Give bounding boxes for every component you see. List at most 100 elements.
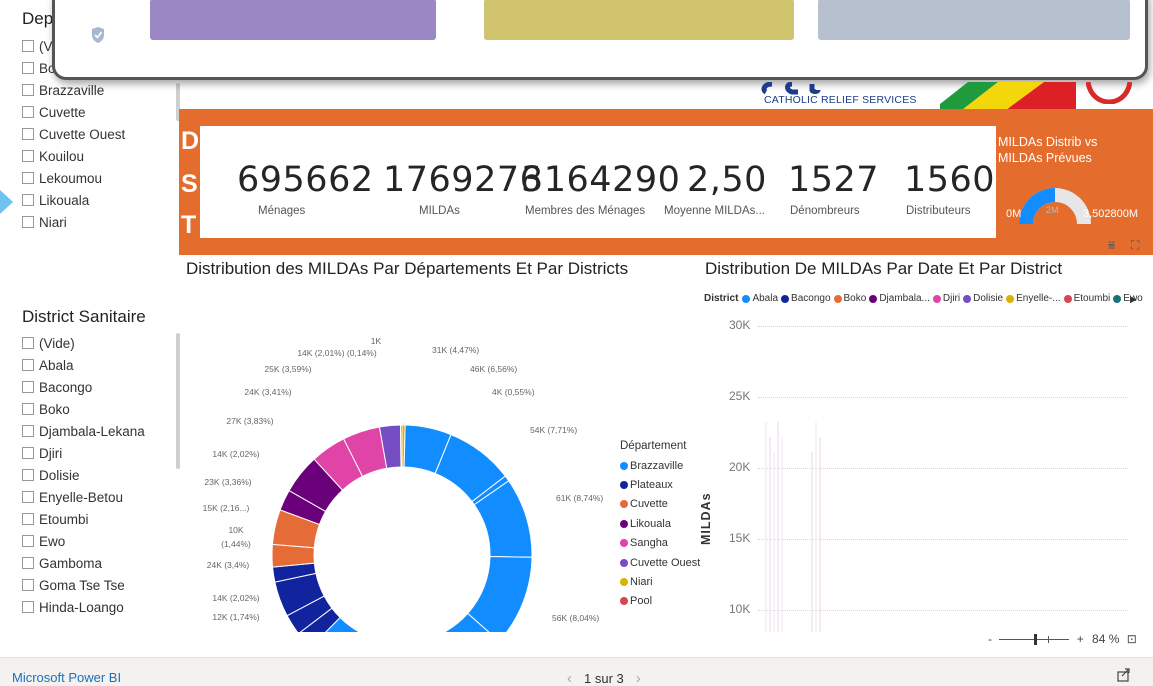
district-slicer-item[interactable]: (Vide): [22, 332, 145, 354]
district-slicer-item-label: Goma Tse Tse: [39, 577, 125, 593]
district-slicer-item[interactable]: Goma Tse Tse: [22, 574, 145, 596]
district-legend-item[interactable]: Bacongo: [781, 293, 831, 304]
district-slicer-item[interactable]: Dolisie: [22, 464, 145, 486]
popup-tile-1[interactable]: [150, 0, 436, 40]
district-slicer-item[interactable]: Boko: [22, 398, 145, 420]
legend-label: Sangha: [630, 537, 668, 550]
kpi-membres-value: 3164290: [521, 160, 681, 200]
checkbox[interactable]: [22, 425, 34, 437]
district-legend-item[interactable]: Dolisie: [963, 293, 1003, 304]
checkbox[interactable]: [22, 579, 34, 591]
departement-slicer-item-label: Lekoumou: [39, 170, 103, 186]
legend-dot-icon: [833, 294, 842, 303]
checkbox[interactable]: [22, 194, 34, 206]
powerbi-brand-link[interactable]: Microsoft Power BI: [12, 670, 121, 685]
departement-slicer-item[interactable]: Cuvette: [22, 101, 125, 123]
district-legend-item[interactable]: Enyelle-...: [1006, 293, 1061, 304]
share-icon[interactable]: [1117, 668, 1131, 682]
district-legend-item[interactable]: Boko: [833, 293, 866, 304]
district-slicer-item[interactable]: Djambala-Lekana: [22, 420, 145, 442]
zoom-in-button[interactable]: +: [1077, 632, 1084, 646]
departement-slicer-item[interactable]: Lekoumou: [22, 167, 125, 189]
district-legend-item[interactable]: Djambala...: [869, 293, 930, 304]
departement-slicer-item[interactable]: Brazzaville: [22, 79, 125, 101]
departement-legend-item[interactable]: Pool: [620, 592, 700, 611]
donut-slice[interactable]: [467, 556, 533, 632]
checkbox[interactable]: [22, 128, 34, 140]
side-expand-arrow-icon[interactable]: [0, 189, 14, 215]
checkbox[interactable]: [22, 469, 34, 481]
departement-legend-item[interactable]: Niari: [620, 572, 700, 591]
checkbox[interactable]: [22, 216, 34, 228]
district-slicer-list: (Vide) Abala Bacongo Boko Djambala-Lekana Dji…: [22, 332, 145, 618]
checkbox[interactable]: [22, 40, 34, 52]
checkbox[interactable]: [22, 403, 34, 415]
district-slicer-item[interactable]: Ewo: [22, 530, 145, 552]
district-slicer-item-label: Djambala-Lekana: [39, 423, 145, 439]
district-slicer-item[interactable]: Abala: [22, 354, 145, 376]
next-page-button[interactable]: ›: [636, 670, 641, 686]
departement-slicer-item[interactable]: Cuvette Ouest: [22, 123, 125, 145]
district-slicer-item-label: (Vide): [39, 335, 75, 351]
checkbox[interactable]: [22, 535, 34, 547]
fit-to-page-icon[interactable]: ⊡: [1127, 632, 1137, 646]
checkbox[interactable]: [22, 447, 34, 459]
donut-chart[interactable]: 1K 14K (2,01%) (0,14%) 31K (4,47%) 25K (3,5…: [180, 330, 620, 632]
gauge-chart[interactable]: 0M 2M 3,502800M: [996, 168, 1153, 230]
zoom-slider[interactable]: [999, 634, 1070, 646]
line-series-traces: [765, 422, 821, 632]
departement-legend-item[interactable]: Sangha: [620, 534, 700, 553]
popup-tile-2[interactable]: [484, 0, 794, 40]
prev-page-button[interactable]: ‹: [567, 670, 572, 686]
filter-icon[interactable]: ⩸: [1108, 238, 1115, 252]
donut-data-label: 61K (8,74%): [556, 493, 603, 503]
zoom-out-button[interactable]: -: [988, 632, 992, 646]
checkbox[interactable]: [22, 557, 34, 569]
checkbox[interactable]: [22, 84, 34, 96]
departement-slicer-item[interactable]: Niari: [22, 211, 125, 233]
checkbox[interactable]: [22, 337, 34, 349]
banner-letter-t: T: [181, 211, 197, 239]
district-slicer-item[interactable]: Enyelle-Betou: [22, 486, 145, 508]
departement-legend-item[interactable]: Brazzaville: [620, 456, 700, 475]
checkbox[interactable]: [22, 381, 34, 393]
district-slicer-item[interactable]: Gamboma: [22, 552, 145, 574]
gridline: [758, 326, 1128, 327]
popup-overlay: [52, 0, 1148, 80]
legend-dot-icon: [869, 294, 878, 303]
district-legend-item[interactable]: Etoumbi: [1063, 293, 1110, 304]
checkbox[interactable]: [22, 601, 34, 613]
departement-legend-item[interactable]: Plateaux: [620, 475, 700, 494]
checkbox[interactable]: [22, 150, 34, 162]
district-legend-item[interactable]: Abala: [742, 293, 778, 304]
checkbox[interactable]: [22, 359, 34, 371]
district-slicer-item[interactable]: Djiri: [22, 442, 145, 464]
popup-tile-3[interactable]: [818, 0, 1130, 40]
departement-slicer-item[interactable]: Likouala: [22, 189, 125, 211]
district-slicer-item[interactable]: Hinda-Loango: [22, 596, 145, 618]
zoom-slider-thumb[interactable]: [1034, 634, 1038, 646]
departement-legend-item[interactable]: Cuvette Ouest: [620, 553, 700, 572]
departement-legend-item[interactable]: Likouala: [620, 514, 700, 533]
legend-dot-icon: [781, 294, 790, 303]
district-slicer-item[interactable]: Etoumbi: [22, 508, 145, 530]
checkbox[interactable]: [22, 513, 34, 525]
donut-data-label: 56K (8,04%): [552, 613, 599, 623]
kpi-mildas-value: 1769276: [383, 160, 543, 200]
legend-next-icon[interactable]: ▶: [1130, 294, 1137, 305]
legend-dot-icon: [1113, 294, 1122, 303]
checkbox[interactable]: [22, 62, 34, 74]
checkbox[interactable]: [22, 491, 34, 503]
checkbox[interactable]: [22, 172, 34, 184]
donut-slice[interactable]: [400, 424, 403, 468]
banner-letter-s: S: [181, 170, 198, 198]
district-legend-item[interactable]: Djiri: [932, 293, 960, 304]
district-legend-item[interactable]: Ewo: [1113, 293, 1143, 304]
legend-label: Abala: [752, 293, 779, 304]
departement-legend-title: Département: [620, 440, 687, 452]
departement-legend-item[interactable]: Cuvette: [620, 495, 700, 514]
departement-slicer-item[interactable]: Kouilou: [22, 145, 125, 167]
focus-mode-icon[interactable]: ⛶: [1131, 238, 1139, 252]
checkbox[interactable]: [22, 106, 34, 118]
district-slicer-item[interactable]: Bacongo: [22, 376, 145, 398]
